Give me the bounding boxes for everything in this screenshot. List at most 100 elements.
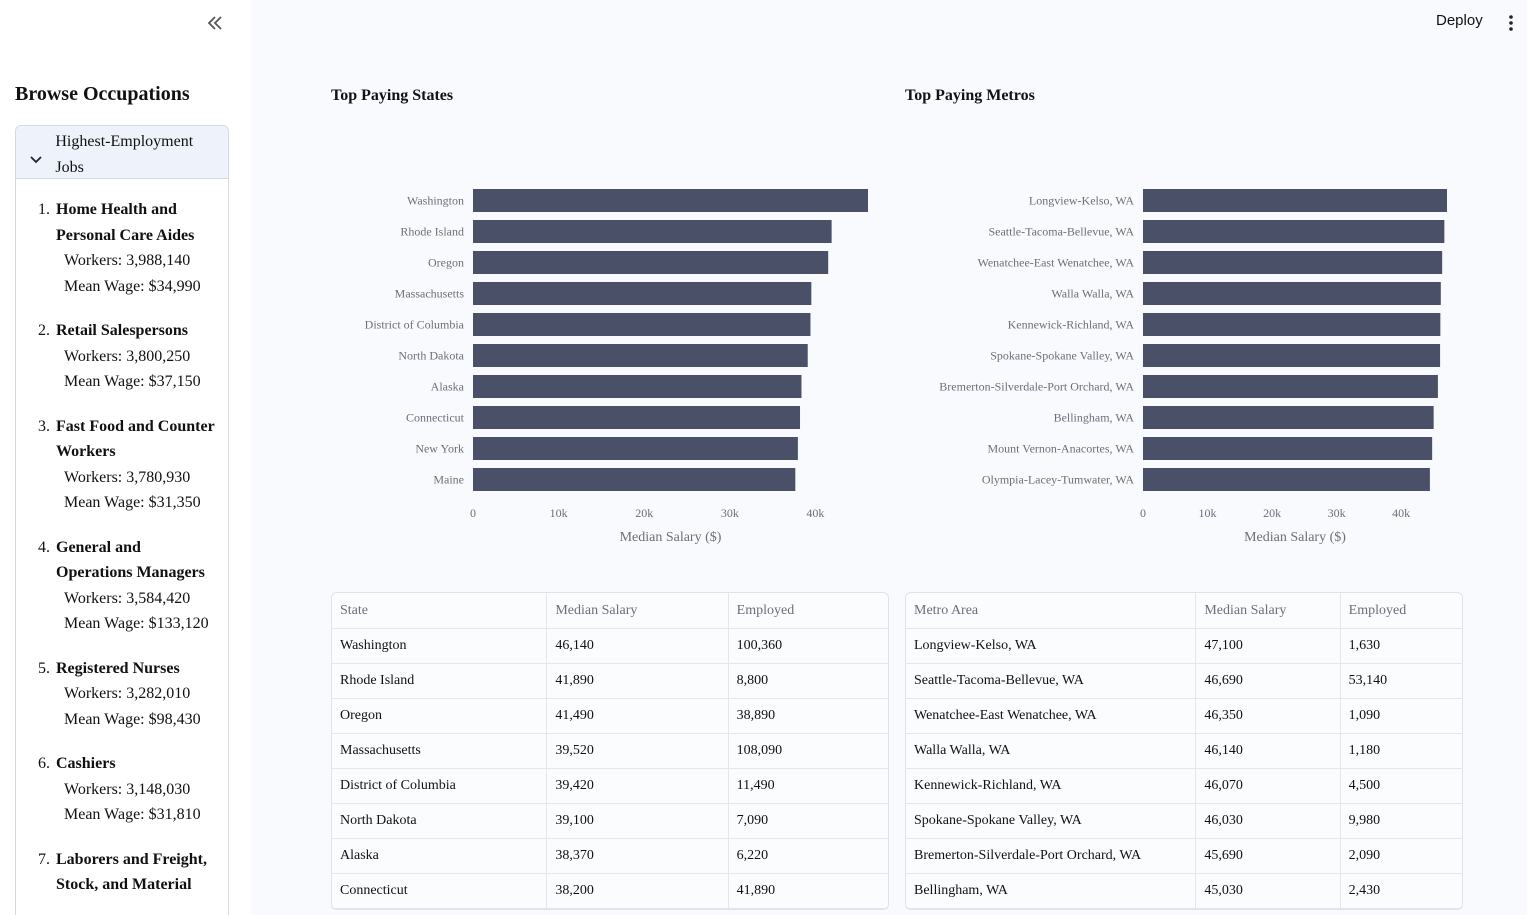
x-tick-label: 10k xyxy=(1199,506,1217,520)
column-header[interactable]: Metro Area xyxy=(906,593,1197,629)
item-body: Laborers and Freight, Stock, and Materia… xyxy=(56,847,220,898)
table-row: Connecticut 38,200 41,890 xyxy=(332,874,888,909)
table-cell[interactable]: Washington xyxy=(332,629,548,664)
table-cell[interactable]: 47,100 xyxy=(1196,629,1341,664)
column-header[interactable]: Employed xyxy=(1340,593,1462,629)
table-cell[interactable]: 7,090 xyxy=(728,804,888,839)
bar xyxy=(1143,468,1430,491)
metros-table[interactable]: Metro Area Median Salary Employed Longview… xyxy=(905,592,1463,910)
table-cell[interactable]: Spokane-Spokane Valley, WA xyxy=(906,804,1197,839)
table-row: Oregon 41,490 38,890 xyxy=(332,699,888,734)
bar xyxy=(1143,251,1443,274)
table-cell[interactable]: 8,800 xyxy=(728,664,888,699)
mean-wage: Mean Wage: $31,810 xyxy=(64,806,201,823)
x-tick-label: 0 xyxy=(1140,506,1146,520)
table-cell[interactable]: 1,630 xyxy=(1340,629,1462,664)
item-body: Cashiers Workers: 3,148,030 Mean Wage: $31… xyxy=(56,751,220,828)
bar xyxy=(1143,344,1441,367)
table-cell[interactable]: 46,070 xyxy=(1196,769,1341,804)
x-tick-label: 30k xyxy=(1328,506,1346,520)
table-cell[interactable]: 2,430 xyxy=(1340,874,1462,909)
table-cell[interactable]: Seattle-Tacoma-Bellevue, WA xyxy=(906,664,1197,699)
y-tick-label: Longview-Kelso, WA xyxy=(1029,194,1134,208)
list-item: 7. Laborers and Freight, Stock, and Mater… xyxy=(30,847,220,898)
table-cell[interactable]: 41,890 xyxy=(728,874,888,909)
table-cell[interactable]: Oregon xyxy=(332,699,548,734)
table-row: District of Columbia 39,420 11,490 xyxy=(332,769,888,804)
table-cell[interactable]: 39,420 xyxy=(547,769,729,804)
y-tick-label: Wenatchee-East Wenatchee, WA xyxy=(977,256,1134,270)
bar xyxy=(1143,189,1447,212)
column-header[interactable]: Median Salary xyxy=(1196,593,1341,629)
bar xyxy=(1143,437,1433,460)
table-cell[interactable]: 53,140 xyxy=(1340,664,1462,699)
list-item: 6. Cashiers Workers: 3,148,030 Mean Wage: $… xyxy=(30,751,220,828)
table-cell[interactable]: 108,090 xyxy=(728,734,888,769)
y-tick-label: Olympia-Lacey-Tumwater, WA xyxy=(982,473,1134,487)
table-cell[interactable]: 46,030 xyxy=(1196,804,1341,839)
table-cell[interactable]: 46,690 xyxy=(1196,664,1341,699)
table-cell[interactable]: Massachusetts xyxy=(332,734,548,769)
table-cell[interactable]: Wenatchee-East Wenatchee, WA xyxy=(906,699,1197,734)
table-cell[interactable]: Bellingham, WA xyxy=(906,874,1197,909)
table-cell[interactable]: 11,490 xyxy=(728,769,888,804)
table-cell[interactable]: 46,350 xyxy=(1196,699,1341,734)
table-cell[interactable]: District of Columbia xyxy=(332,769,548,804)
table-row: Massachusetts 39,520 108,090 xyxy=(332,734,888,769)
table-cell[interactable]: 9,980 xyxy=(1340,804,1462,839)
states-table[interactable]: State Median Salary Employed Washington 46,… xyxy=(331,592,889,910)
table-header-row: Metro Area Median Salary Employed xyxy=(906,593,1462,629)
table-cell[interactable]: 39,520 xyxy=(547,734,729,769)
table-cell[interactable]: 46,140 xyxy=(547,629,729,664)
item-number: 6. xyxy=(38,755,50,772)
table-row: Longview-Kelso, WA 47,100 1,630 xyxy=(906,629,1462,664)
table-cell[interactable]: 6,220 xyxy=(728,839,888,874)
table-cell[interactable]: 46,140 xyxy=(1196,734,1341,769)
table-row: Spokane-Spokane Valley, WA 46,030 9,980 xyxy=(906,804,1462,839)
column-header[interactable]: State xyxy=(332,593,548,629)
table-cell[interactable]: North Dakota xyxy=(332,804,548,839)
table-row: Walla Walla, WA 46,140 1,180 xyxy=(906,734,1462,769)
table-cell[interactable]: 41,490 xyxy=(547,699,729,734)
table-cell[interactable]: 38,370 xyxy=(547,839,729,874)
metros-bar-chart: Longview-Kelso, WA Seattle-Tacoma-Bellevu… xyxy=(939,189,1447,545)
table-cell[interactable]: 4,500 xyxy=(1340,769,1462,804)
y-tick-label: Mount Vernon-Anacortes, WA xyxy=(987,442,1134,456)
table-cell[interactable]: 38,200 xyxy=(547,874,729,909)
occupation-name: Cashiers xyxy=(56,755,116,772)
table-row: Bellingham, WA 45,030 2,430 xyxy=(906,874,1462,909)
table-cell[interactable]: 38,890 xyxy=(728,699,888,734)
table-cell[interactable]: 1,090 xyxy=(1340,699,1462,734)
occupation-name: Laborers and Freight, Stock, and Materia… xyxy=(56,850,207,894)
table-row: Bremerton-Silverdale-Port Orchard, WA 45,… xyxy=(906,839,1462,874)
mean-wage: Mean Wage: $98,430 xyxy=(64,710,201,728)
table-cell[interactable]: 39,100 xyxy=(547,804,729,839)
table-cell[interactable]: Connecticut xyxy=(332,874,548,909)
list-item: 5. Registered Nurses Workers: 3,282,010 Mea… xyxy=(30,656,220,733)
table-cell[interactable]: Kennewick-Richland, WA xyxy=(906,769,1197,804)
y-tick-label: Bellingham, WA xyxy=(1054,411,1135,425)
x-axis-label: Median Salary ($) xyxy=(1244,530,1346,545)
y-tick-label: Spokane-Spokane Valley, WA xyxy=(990,349,1134,363)
mean-wage: Mean Wage: $133,120 xyxy=(64,615,209,632)
column-header[interactable]: Median Salary xyxy=(547,593,729,629)
bar xyxy=(1143,313,1441,336)
table-cell[interactable]: 1,180 xyxy=(1340,734,1462,769)
occupation-name: Registered Nurses xyxy=(56,659,180,677)
table-cell[interactable]: 41,890 xyxy=(547,664,729,699)
table-cell[interactable]: Bremerton-Silverdale-Port Orchard, WA xyxy=(906,839,1197,874)
table-cell[interactable]: 45,690 xyxy=(1196,839,1341,874)
y-tick-label: Walla Walla, WA xyxy=(1051,287,1134,301)
table-row: Seattle-Tacoma-Bellevue, WA 46,690 53,140 xyxy=(906,664,1462,699)
table-cell[interactable]: Longview-Kelso, WA xyxy=(906,629,1197,664)
table-row: Wenatchee-East Wenatchee, WA 46,350 1,090 xyxy=(906,699,1462,734)
table-cell[interactable]: Alaska xyxy=(332,839,548,874)
table-cell[interactable]: Walla Walla, WA xyxy=(906,734,1197,769)
bar xyxy=(1143,282,1441,305)
column-header[interactable]: Employed xyxy=(728,593,888,629)
y-tick-label: Bremerton-Silverdale-Port Orchard, WA xyxy=(939,380,1134,394)
table-cell[interactable]: 45,030 xyxy=(1196,874,1341,909)
table-cell[interactable]: Rhode Island xyxy=(332,664,548,699)
table-cell[interactable]: 100,360 xyxy=(728,629,888,664)
table-cell[interactable]: 2,090 xyxy=(1340,839,1462,874)
